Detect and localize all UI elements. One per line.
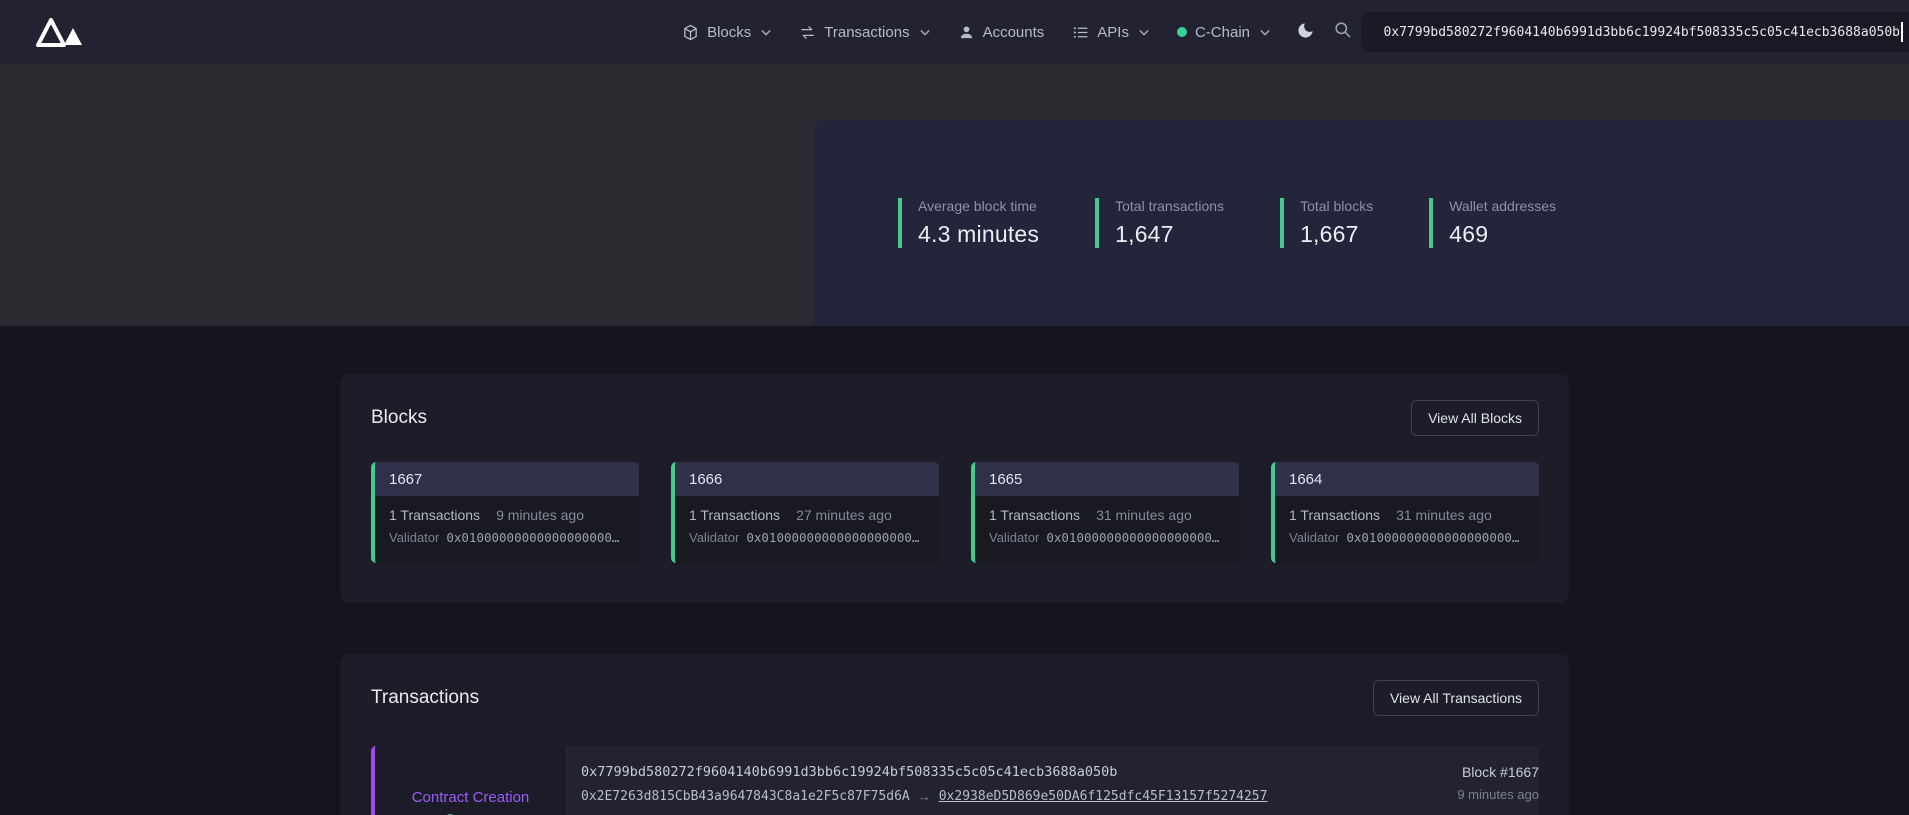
block-card-body: 1 Transactions 31 minutes ago Validator … xyxy=(1275,496,1539,545)
nav-label: C-Chain xyxy=(1195,24,1250,41)
blocks-section-header: Blocks View All Blocks xyxy=(371,400,1539,436)
block-card-header: 1666 xyxy=(675,462,939,496)
view-all-blocks-button[interactable]: View All Blocks xyxy=(1411,400,1539,436)
validator-address[interactable]: 0x01000000000000000000000000000000000000… xyxy=(746,530,925,545)
search-input-value: 0x7799bd580272f9604140b6991d3bb6c19924bf… xyxy=(1383,25,1900,40)
nav-label: Blocks xyxy=(707,24,751,41)
block-card-body: 1 Transactions 31 minutes ago Validator … xyxy=(975,496,1239,545)
explorer-page: Blocks Transactions xyxy=(0,0,1909,815)
top-navbar: Blocks Transactions xyxy=(0,0,1909,64)
validator-label: Validator xyxy=(689,530,739,545)
block-age: 31 minutes ago xyxy=(1396,507,1492,523)
nav-item-blocks[interactable]: Blocks xyxy=(682,24,771,41)
transaction-block-link[interactable]: Block #1667 xyxy=(1339,764,1539,780)
stat-value: 1,667 xyxy=(1300,221,1373,248)
validator-address[interactable]: 0x01000000000000000000000000000000000000… xyxy=(446,530,625,545)
block-age: 27 minutes ago xyxy=(796,507,892,523)
nav-item-network-selector[interactable]: C-Chain xyxy=(1177,24,1270,41)
blocks-section: Blocks View All Blocks 1667 1 Transactio… xyxy=(340,374,1569,603)
block-tx-count: 1 Transactions xyxy=(989,507,1080,523)
cube-icon xyxy=(682,24,699,41)
block-card-body: 1 Transactions 9 minutes ago Validator 0… xyxy=(375,496,639,545)
transaction-status-badge: Success xyxy=(446,811,495,815)
stat-value: 1,647 xyxy=(1115,221,1224,248)
stat-total-blocks: Total blocks 1,667 xyxy=(1280,198,1373,248)
transactions-section: Transactions View All Transactions Contr… xyxy=(340,654,1569,815)
stat-label: Total transactions xyxy=(1115,198,1224,214)
validator-address[interactable]: 0x01000000000000000000000000000000000000… xyxy=(1046,530,1225,545)
transaction-age: 9 minutes ago xyxy=(1339,787,1539,802)
from-address[interactable]: 0x2E7263d815CbB43a9647843C8a1e2F5c87F75d… xyxy=(581,789,910,804)
chevron-down-icon xyxy=(1260,29,1270,36)
nav-item-accounts[interactable]: Accounts xyxy=(958,24,1045,41)
to-address-link[interactable]: 0x2938eD5D869e50DA6f125dfc45F13157f52742… xyxy=(939,789,1268,804)
arrow-right-icon: → xyxy=(918,789,931,804)
transaction-hash[interactable]: 0x7799bd580272f9604140b6991d3bb6c19924bf… xyxy=(581,764,1339,780)
nav-label: APIs xyxy=(1097,24,1129,41)
transaction-addresses: 0x2E7263d815CbB43a9647843C8a1e2F5c87F75d… xyxy=(581,789,1339,804)
stat-total-transactions: Total transactions 1,647 xyxy=(1095,198,1224,248)
transactions-icon xyxy=(799,24,816,41)
nav-label: Transactions xyxy=(824,24,909,41)
block-number[interactable]: 1666 xyxy=(689,471,722,488)
block-card[interactable]: 1665 1 Transactions 31 minutes ago Valid… xyxy=(971,462,1239,563)
transaction-row[interactable]: Contract Creation Success 0x7799bd580272… xyxy=(371,746,1539,815)
search-icon xyxy=(1333,20,1352,44)
validator-label: Validator xyxy=(1289,530,1339,545)
validator-label: Validator xyxy=(989,530,1039,545)
block-list: 1667 1 Transactions 9 minutes ago Valida… xyxy=(371,462,1539,563)
transaction-type: Contract Creation xyxy=(412,789,530,806)
block-card-header: 1667 xyxy=(375,462,639,496)
dark-mode-toggle[interactable] xyxy=(1296,21,1315,43)
stat-label: Average block time xyxy=(918,198,1039,214)
block-tx-count: 1 Transactions xyxy=(389,507,480,523)
block-tx-count: 1 Transactions xyxy=(1289,507,1380,523)
block-age: 31 minutes ago xyxy=(1096,507,1192,523)
search-input[interactable]: 0x7799bd580272f9604140b6991d3bb6c19924bf… xyxy=(1361,12,1909,52)
text-caret xyxy=(1901,22,1903,42)
chevron-down-icon xyxy=(1139,29,1149,36)
transaction-meta: Block #1667 9 minutes ago xyxy=(1339,746,1539,815)
avalanche-logo[interactable] xyxy=(34,15,98,49)
validator-label: Validator xyxy=(389,530,439,545)
view-all-transactions-button[interactable]: View All Transactions xyxy=(1373,680,1539,716)
block-card[interactable]: 1667 1 Transactions 9 minutes ago Valida… xyxy=(371,462,639,563)
nav-label: Accounts xyxy=(983,24,1045,41)
block-age: 9 minutes ago xyxy=(496,507,584,523)
stat-label: Total blocks xyxy=(1300,198,1373,214)
stat-label: Wallet addresses xyxy=(1449,198,1556,214)
chain-status-dot xyxy=(1177,27,1187,37)
chevron-down-icon xyxy=(920,29,930,36)
block-tx-count: 1 Transactions xyxy=(689,507,780,523)
nav-item-apis[interactable]: APIs xyxy=(1072,24,1149,41)
network-stats-panel: Average block time 4.3 minutes Total tra… xyxy=(814,120,1909,326)
block-number[interactable]: 1665 xyxy=(989,471,1022,488)
block-card[interactable]: 1666 1 Transactions 27 minutes ago Valid… xyxy=(671,462,939,563)
nav-item-transactions[interactable]: Transactions xyxy=(799,24,929,41)
block-card[interactable]: 1664 1 Transactions 31 minutes ago Valid… xyxy=(1271,462,1539,563)
chevron-down-icon xyxy=(761,29,771,36)
block-card-header: 1665 xyxy=(975,462,1239,496)
transaction-details: 0x7799bd580272f9604140b6991d3bb6c19924bf… xyxy=(567,746,1339,815)
stat-wallet-addresses: Wallet addresses 469 xyxy=(1429,198,1556,248)
api-list-icon xyxy=(1072,24,1089,41)
search-bar: 0x7799bd580272f9604140b6991d3bb6c19924bf… xyxy=(1333,12,1909,52)
transactions-section-title: Transactions xyxy=(371,687,479,709)
block-card-header: 1664 xyxy=(1275,462,1539,496)
validator-address[interactable]: 0x01000000000000000000000000000000000000… xyxy=(1346,530,1525,545)
person-icon xyxy=(958,24,975,41)
block-card-body: 1 Transactions 27 minutes ago Validator … xyxy=(675,496,939,545)
stat-value: 4.3 minutes xyxy=(918,221,1039,248)
block-number[interactable]: 1667 xyxy=(389,471,422,488)
stat-average-block-time: Average block time 4.3 minutes xyxy=(898,198,1039,248)
main-nav: Blocks Transactions xyxy=(682,24,1270,41)
hero-section: Average block time 4.3 minutes Total tra… xyxy=(0,64,1909,326)
moon-icon xyxy=(1296,21,1315,43)
block-number[interactable]: 1664 xyxy=(1289,471,1322,488)
blocks-section-title: Blocks xyxy=(371,407,427,429)
transactions-section-header: Transactions View All Transactions xyxy=(371,680,1539,716)
transaction-type-cell: Contract Creation Success xyxy=(375,746,567,815)
stat-value: 469 xyxy=(1449,221,1556,248)
